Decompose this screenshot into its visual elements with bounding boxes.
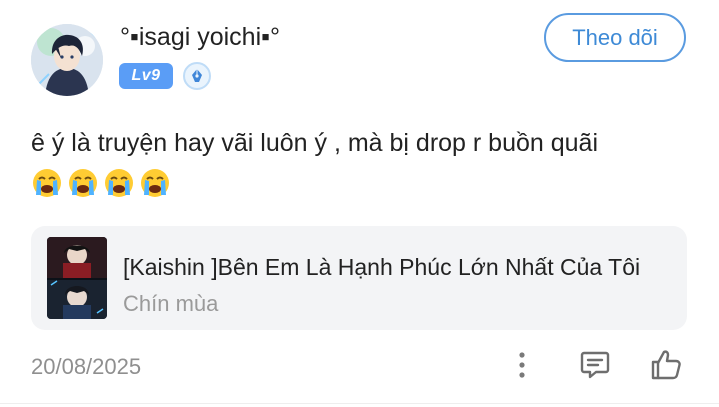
comment-button[interactable] — [575, 345, 615, 385]
post-text: ê ý là truyện hay vãi luôn ý , mà bị dro… — [31, 129, 598, 157]
story-cover-image — [47, 237, 107, 319]
pen-nib-icon — [183, 62, 211, 90]
more-vertical-icon — [519, 352, 525, 378]
more-options-button[interactable] — [502, 345, 542, 385]
emoji-row — [31, 167, 171, 199]
level-badge: Lv9 — [119, 63, 173, 89]
story-author[interactable]: Chín mùa — [123, 290, 218, 318]
avatar-image — [31, 24, 103, 96]
comment-icon — [580, 351, 610, 379]
post-date: 20/08/2025 — [31, 354, 142, 379]
loudly-crying-face-icon — [69, 169, 97, 197]
user-badges: Lv9 — [119, 62, 211, 90]
loudly-crying-face-icon — [105, 169, 133, 197]
linked-story-card[interactable]: [Kaishin ]Bên Em Là Hạnh Phúc Lớn Nhất C… — [31, 226, 687, 330]
story-title[interactable]: [Kaishin ]Bên Em Là Hạnh Phúc Lớn Nhất C… — [123, 253, 640, 281]
thumbs-up-icon — [651, 350, 681, 380]
loudly-crying-face-icon — [141, 169, 169, 197]
comment-post: °▪isagi yoichi▪° Lv9 Theo dõi ê ý là tru… — [0, 0, 719, 407]
loudly-crying-face-icon — [33, 169, 61, 197]
divider — [0, 403, 719, 404]
like-button[interactable] — [646, 345, 686, 385]
username[interactable]: °▪isagi yoichi▪° — [120, 22, 280, 52]
user-avatar[interactable] — [31, 24, 103, 96]
follow-button[interactable]: Theo dõi — [544, 13, 686, 62]
